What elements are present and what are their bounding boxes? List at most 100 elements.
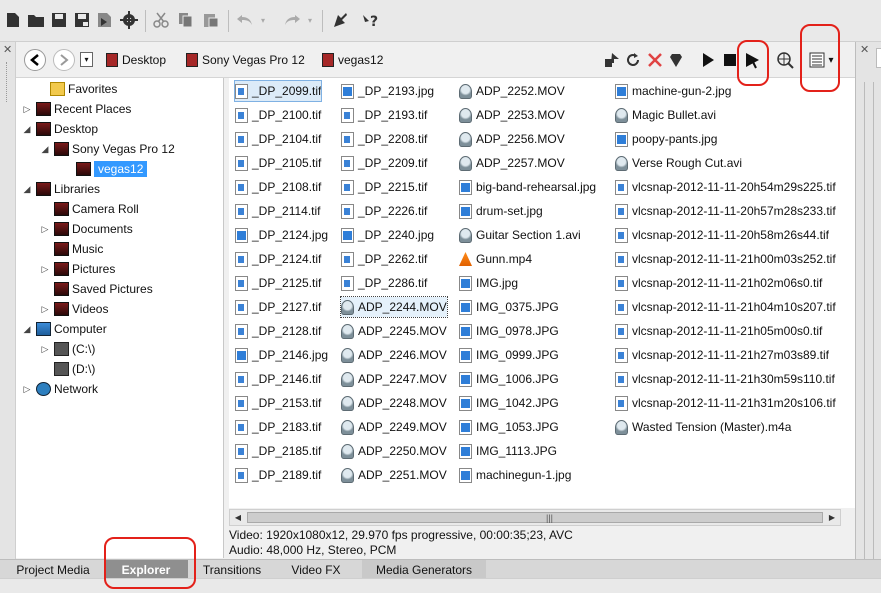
file-item[interactable]: _DP_2108.tif	[235, 177, 321, 197]
file-item[interactable]: _DP_2127.tif	[235, 297, 321, 317]
redo-dropdown-icon[interactable]: ▾	[305, 11, 315, 29]
file-item[interactable]: poopy-pants.jpg	[615, 129, 717, 149]
expander-icon[interactable]: ▷	[22, 104, 32, 115]
new-file-icon[interactable]	[4, 11, 22, 29]
tree-item[interactable]: ▷ Pictures	[40, 259, 115, 279]
tree-item[interactable]: (D:\)	[40, 359, 95, 379]
tree-item[interactable]: ◢ Sony Vegas Pro 12	[40, 139, 175, 159]
delete-icon[interactable]	[646, 51, 664, 69]
file-item[interactable]: IMG_1113.JPG	[459, 441, 557, 461]
context-help-icon[interactable]: ?	[362, 11, 380, 29]
file-item[interactable]: _DP_2125.tif	[235, 273, 321, 293]
file-item[interactable]: vlcsnap-2012-11-11-21h27m03s89.tif	[615, 345, 829, 365]
scrollbar-thumb[interactable]: |||	[247, 512, 823, 523]
file-item[interactable]: _DP_2124.jpg	[235, 225, 328, 245]
file-list[interactable]: _DP_2099.tif _DP_2100.tif _DP_2104.tif _DP_…	[229, 78, 855, 508]
start-preview-icon[interactable]	[699, 51, 717, 69]
file-item[interactable]: big-band-rehearsal.jpg	[459, 177, 596, 197]
file-item[interactable]: IMG_1042.JPG	[459, 393, 559, 413]
file-item[interactable]: machinegun-1.jpg	[459, 465, 571, 485]
tree-item[interactable]: ▷ Videos	[40, 299, 108, 319]
file-item[interactable]: _DP_2104.tif	[235, 129, 321, 149]
file-item[interactable]: _DP_2262.tif	[341, 249, 427, 269]
expander-icon[interactable]: ▷	[40, 224, 50, 235]
breadcrumb-item[interactable]: vegas12	[322, 53, 383, 67]
expander-icon[interactable]: ◢	[40, 144, 50, 155]
file-item[interactable]: IMG_0999.JPG	[459, 345, 559, 365]
file-item[interactable]: IMG_0375.JPG	[459, 297, 559, 317]
file-item[interactable]: _DP_2189.tif	[235, 465, 321, 485]
file-item[interactable]: IMG_1006.JPG	[459, 369, 559, 389]
file-item[interactable]: _DP_2124.tif	[235, 249, 321, 269]
file-item[interactable]: _DP_2193.tif	[341, 105, 427, 125]
expander-icon[interactable]: ▷	[40, 264, 50, 275]
views-icon[interactable]	[808, 51, 826, 69]
file-item[interactable]: ADP_2244.MOV	[340, 296, 448, 318]
file-item[interactable]: _DP_2286.tif	[341, 273, 427, 293]
file-item[interactable]: _DP_2185.tif	[235, 441, 321, 461]
file-item[interactable]: drum-set.jpg	[459, 201, 543, 221]
up-one-level-icon[interactable]	[603, 51, 621, 69]
file-item[interactable]: Magic Bullet.avi	[615, 105, 716, 125]
redo-icon[interactable]	[283, 11, 301, 29]
copy-icon[interactable]	[177, 11, 195, 29]
tree-item[interactable]: Music	[40, 239, 103, 259]
expander-icon[interactable]: ◢	[22, 184, 32, 195]
file-item[interactable]: _DP_2100.tif	[235, 105, 321, 125]
folder-tree[interactable]: Favorites ▷ Recent Places ◢ Desktop ◢ Sony Veg…	[16, 78, 224, 558]
expander-icon[interactable]: ▷	[40, 344, 50, 355]
breadcrumb-item[interactable]: Desktop	[106, 53, 166, 67]
file-item[interactable]: vlcsnap-2012-11-11-21h00m03s252.tif	[615, 249, 836, 269]
file-item[interactable]: _DP_2209.tif	[341, 153, 427, 173]
expander-icon[interactable]: ◢	[22, 324, 32, 335]
file-item[interactable]: _DP_2105.tif	[235, 153, 321, 173]
file-item[interactable]: vlcsnap-2012-11-11-21h31m20s106.tif	[615, 393, 836, 413]
render-icon[interactable]	[96, 11, 114, 29]
file-item[interactable]: ADP_2248.MOV	[341, 393, 447, 413]
close-icon[interactable]: ✕	[3, 43, 12, 56]
open-folder-icon[interactable]	[27, 11, 45, 29]
file-item[interactable]: ADP_2245.MOV	[341, 321, 447, 341]
file-item[interactable]: ADP_2246.MOV	[341, 345, 447, 365]
expander-icon[interactable]: ▷	[22, 384, 32, 395]
file-item[interactable]: _DP_2099.tif	[233, 80, 323, 102]
file-item[interactable]: vlcsnap-2012-11-11-21h02m06s0.tif	[615, 273, 822, 293]
add-favorite-icon[interactable]	[668, 51, 686, 69]
file-item[interactable]: vlcsnap-2012-11-11-21h05m00s0.tif	[615, 321, 822, 341]
tree-item[interactable]: vegas12	[62, 159, 148, 179]
file-item[interactable]: IMG.jpg	[459, 273, 518, 293]
file-item[interactable]: vlcsnap-2012-11-11-20h57m28s233.tif	[615, 201, 836, 221]
tab-project-media[interactable]: Project Media	[8, 560, 98, 579]
tree-item[interactable]: ◢ Computer	[22, 319, 107, 339]
file-item[interactable]: ADP_2250.MOV	[341, 441, 447, 461]
tab-video-fx[interactable]: Video FX	[276, 560, 356, 579]
file-item[interactable]: IMG_1053.JPG	[459, 417, 559, 437]
file-item[interactable]: _DP_2208.tif	[341, 129, 427, 149]
file-item[interactable]: machine-gun-2.jpg	[615, 81, 731, 101]
tab-explorer[interactable]: Explorer	[104, 560, 188, 579]
breadcrumb-item[interactable]: Sony Vegas Pro 12	[186, 53, 305, 67]
file-item[interactable]: vlcsnap-2012-11-11-21h04m10s207.tif	[615, 297, 836, 317]
file-item[interactable]: ADP_2253.MOV	[459, 105, 565, 125]
forward-button[interactable]	[53, 49, 75, 71]
tab-transitions[interactable]: Transitions	[194, 560, 270, 579]
file-item[interactable]: Gunn.mp4	[459, 249, 532, 269]
file-item[interactable]: _DP_2146.jpg	[235, 345, 328, 365]
undo-icon[interactable]	[236, 11, 254, 29]
tree-item[interactable]: ◢ Desktop	[22, 119, 98, 139]
undo-dropdown-icon[interactable]: ▾	[258, 11, 268, 29]
scroll-right-button[interactable]: ▶	[825, 511, 839, 524]
file-item[interactable]: Verse Rough Cut.avi	[615, 153, 742, 173]
file-item[interactable]: ADP_2251.MOV	[341, 465, 447, 485]
file-item[interactable]: IMG_0978.JPG	[459, 321, 559, 341]
save-as-icon[interactable]	[73, 11, 91, 29]
refresh-icon[interactable]	[624, 51, 642, 69]
expander-icon[interactable]: ▷	[40, 304, 50, 315]
stop-preview-icon[interactable]	[721, 51, 739, 69]
close-icon[interactable]: ✕	[860, 43, 869, 56]
expander-icon[interactable]: ◢	[22, 124, 32, 135]
tree-item[interactable]: ▷ Recent Places	[22, 99, 131, 119]
tree-item[interactable]: ▷ (C:\)	[40, 339, 95, 359]
file-item[interactable]: _DP_2215.tif	[341, 177, 427, 197]
tree-item[interactable]: Saved Pictures	[40, 279, 153, 299]
